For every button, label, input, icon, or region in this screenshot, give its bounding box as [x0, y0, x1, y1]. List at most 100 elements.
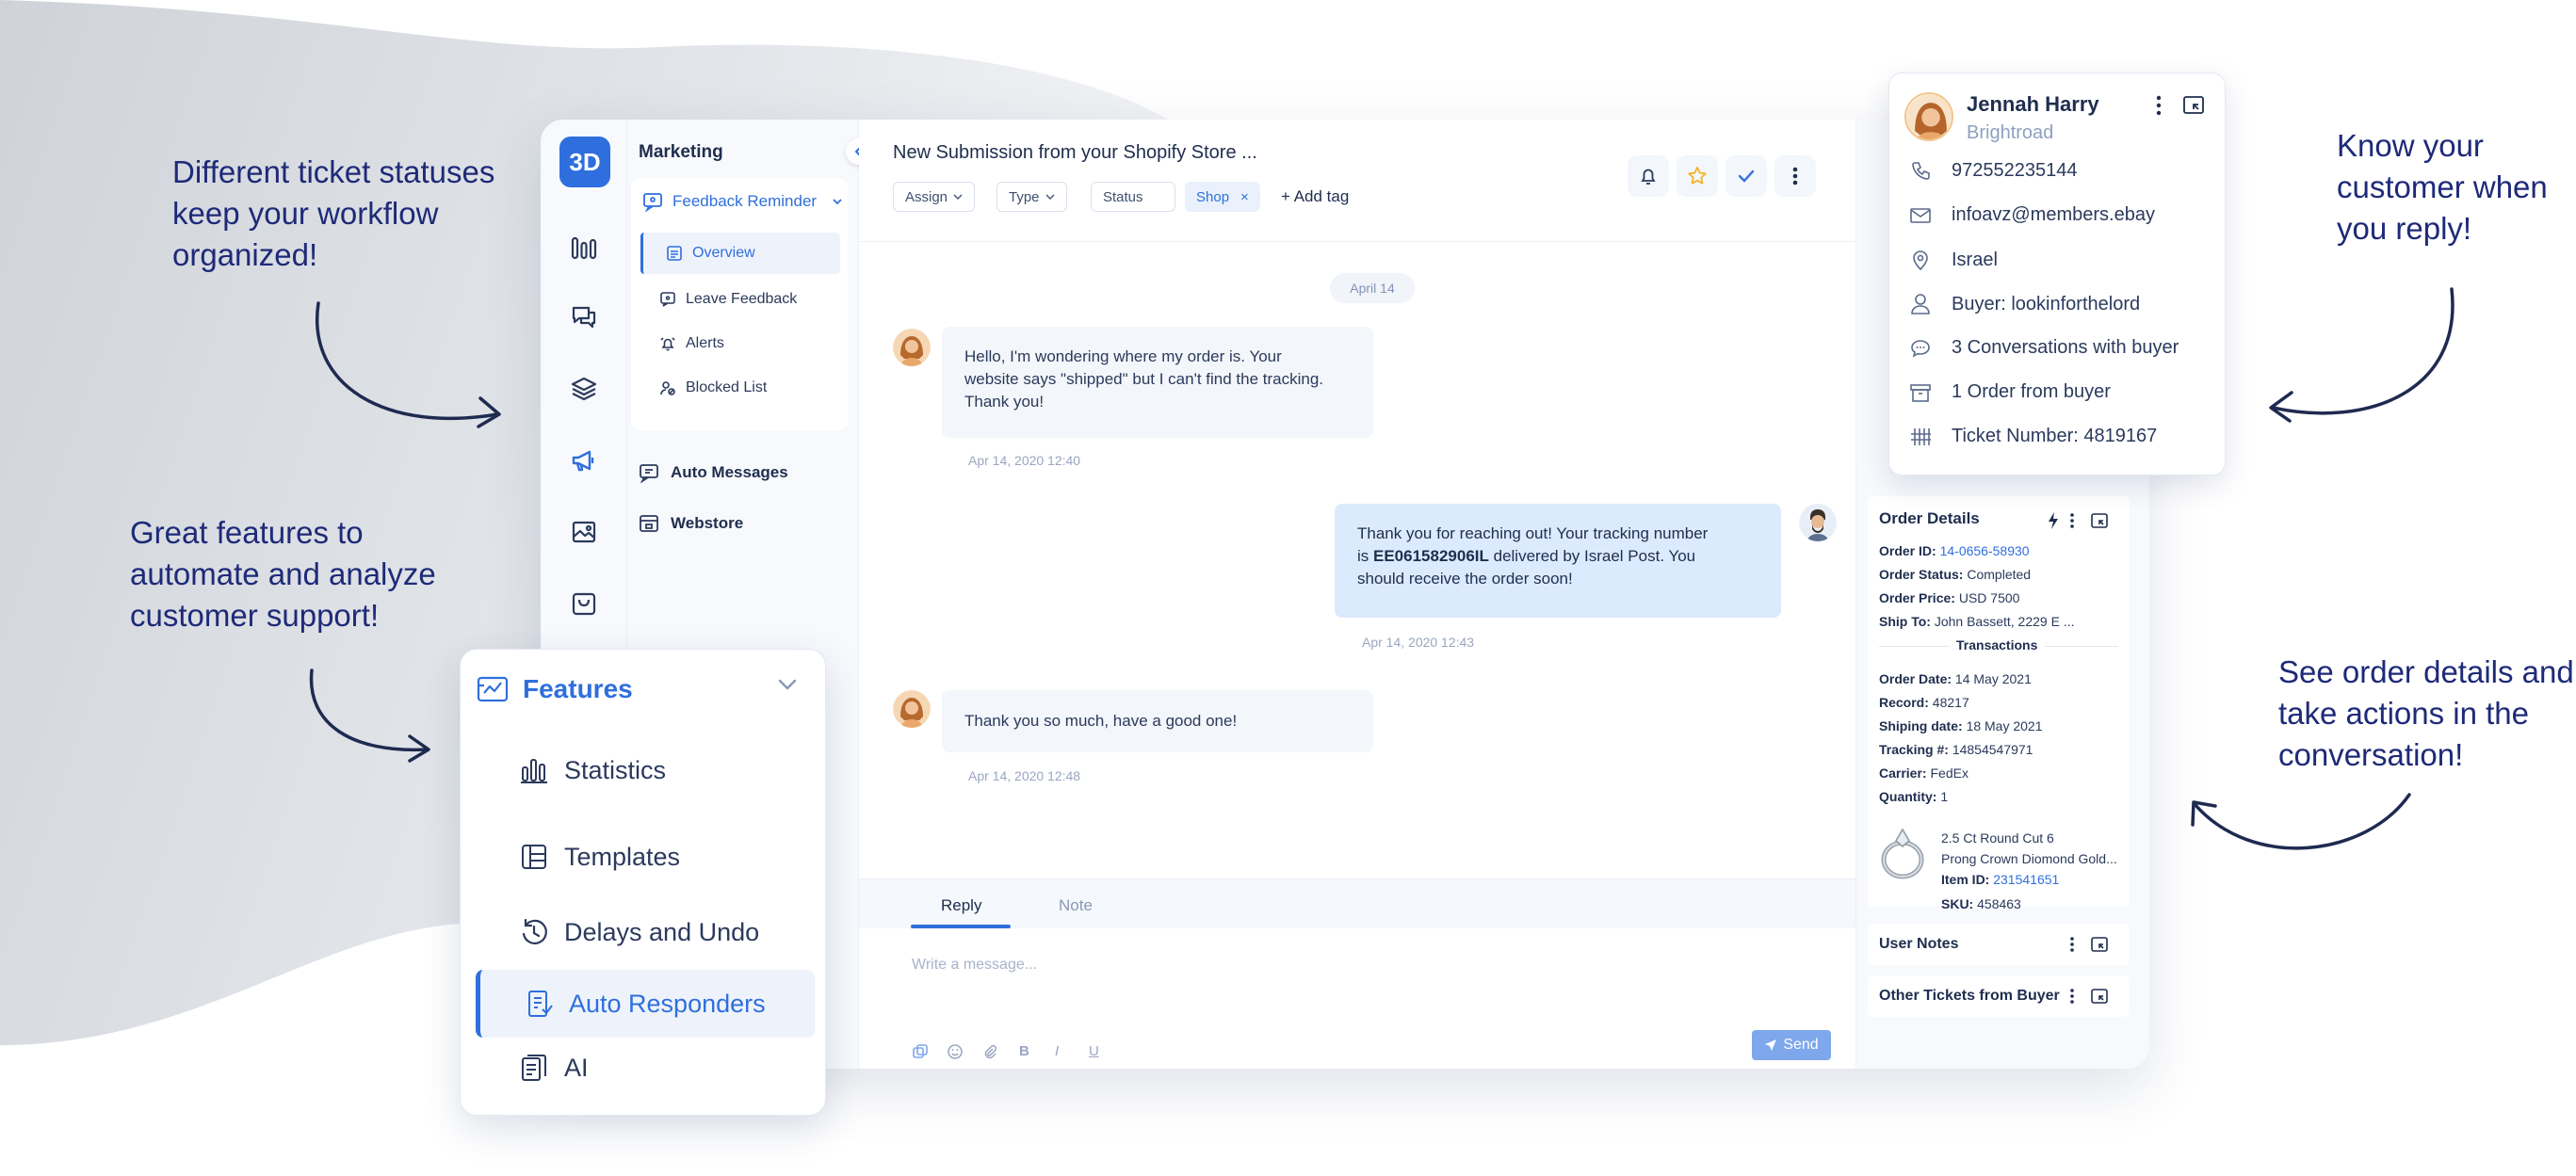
kebab-menu-icon[interactable] [2156, 94, 2162, 117]
item-name-line: Prong Crown Diomond Gold... [1941, 851, 2117, 866]
resolve-button[interactable] [1725, 155, 1767, 197]
assign-dropdown[interactable]: Assign [893, 182, 976, 212]
caption-features: Great features to automate and analyze c… [130, 515, 436, 633]
remove-tag-icon[interactable]: × [1240, 189, 1249, 205]
more-options-button[interactable] [1774, 155, 1816, 197]
ticket-icon [1911, 427, 1931, 445]
kebab-menu-icon[interactable] [2069, 987, 2075, 1006]
feedback-reminder-toggle[interactable]: Feedback Reminder [642, 191, 843, 212]
notifications-button[interactable] [1628, 155, 1669, 197]
stats-icon[interactable] [565, 229, 603, 266]
subnav-item-label: Alerts [686, 335, 724, 351]
message-line: Thank you so much, have a good one! [964, 712, 1238, 730]
subnav-item-overview[interactable]: Overview [640, 233, 840, 274]
megaphone-icon[interactable] [565, 442, 603, 479]
add-tag-button[interactable]: + Add tag [1281, 187, 1349, 206]
order-details-title: Order Details [1879, 509, 1980, 527]
conversation-header: New Submission from your Shopify Store .… [859, 120, 1855, 242]
feature-label: Statistics [564, 755, 667, 784]
subnav-item-leave-feedback[interactable]: Leave Feedback [659, 291, 797, 308]
star-icon [1688, 167, 1707, 185]
customer-ticket-number: Ticket Number: 4819167 [1952, 426, 2158, 446]
user-notes-card[interactable]: User Notes [1868, 924, 2130, 965]
user-icon [1911, 294, 1930, 314]
bold-icon[interactable]: B [1019, 1043, 1029, 1059]
feedback-reminder-label: Feedback Reminder [672, 192, 818, 210]
feature-label: Auto Responders [569, 989, 766, 1018]
gallery-icon[interactable] [565, 513, 603, 551]
subnav-item-webstore[interactable]: Webstore [639, 513, 743, 534]
tracking-line: Tracking #: 14854547971 [1879, 742, 2033, 757]
caption-order-details: See order details and take actions in th… [2278, 654, 2574, 772]
layers-icon[interactable] [565, 370, 603, 408]
status-dropdown[interactable]: Status [1091, 182, 1175, 212]
customer-conversations-count[interactable]: 3 Conversations with buyer [1952, 337, 2179, 359]
feature-delays-and-undo[interactable]: Delays and Undo [519, 917, 759, 947]
customer-conversations-row: 3 Conversations with buyer [1906, 337, 2179, 359]
order-id-link[interactable]: 14-0656-58930 [1940, 543, 2030, 558]
curved-arrow-icon [309, 669, 430, 763]
customer-email[interactable]: infoavz@members.ebay [1952, 204, 2155, 226]
star-button[interactable] [1677, 155, 1718, 197]
italic-icon[interactable]: I [1055, 1043, 1059, 1059]
customer-ticket-row: Ticket Number: 4819167 [1906, 426, 2157, 447]
order-date-line: Order Date: 14 May 2021 [1879, 671, 2032, 686]
ship-to-line: Ship To: John Bassett, 2229 E ... [1879, 614, 2075, 629]
tracking-number[interactable]: EE061582906IL [1373, 547, 1489, 565]
pin-panel-icon[interactable] [2182, 94, 2205, 117]
attachment-icon[interactable] [981, 1043, 998, 1064]
customer-orders-count[interactable]: 1 Order from buyer [1952, 381, 2111, 403]
subnav-item-auto-messages[interactable]: Auto Messages [639, 462, 788, 483]
chevron-down-icon [833, 199, 842, 205]
message-line: Thank you! [964, 393, 1045, 411]
customer-avatar [1904, 92, 1953, 141]
other-tickets-card[interactable]: Other Tickets from Buyer [1868, 975, 2130, 1017]
feature-ai[interactable]: AI [519, 1053, 589, 1083]
tab-note[interactable]: Note [1059, 896, 1093, 915]
check-icon [1738, 169, 1755, 183]
pin-panel-icon[interactable] [2090, 511, 2109, 530]
type-dropdown[interactable]: Type [996, 182, 1067, 212]
kebab-menu-icon[interactable] [2069, 935, 2075, 954]
feature-statistics[interactable]: Statistics [519, 755, 666, 785]
message-line: should receive the order soon! [1357, 570, 1573, 588]
message-line: Thank you for reaching out! Your trackin… [1357, 524, 1709, 542]
item-id-link[interactable]: 231541651 [1993, 872, 2059, 887]
carrier-line: Carrier: FedEx [1879, 765, 1968, 781]
nav-item-label: Auto Messages [671, 463, 788, 481]
customer-phone[interactable]: 972552235144 [1952, 160, 2077, 182]
order-price-line: Order Price: USD 7500 [1879, 590, 2020, 605]
subnav-item-alerts[interactable]: Alerts [659, 335, 724, 352]
shopping-bag-icon[interactable] [565, 585, 603, 622]
chevron-down-icon[interactable] [777, 678, 798, 691]
message-input[interactable]: Write a message... [912, 957, 1037, 974]
webstore-icon [640, 515, 658, 532]
tab-reply[interactable]: Reply [941, 896, 981, 915]
shop-tag[interactable]: Shop × [1185, 182, 1260, 212]
item-id-line: Item ID: 231541651 [1941, 872, 2060, 887]
feature-templates[interactable]: Templates [519, 842, 680, 872]
features-toggle[interactable]: Features [476, 672, 633, 706]
pin-panel-icon[interactable] [2090, 987, 2109, 1006]
message-bubble-incoming: Thank you so much, have a good one! [942, 690, 1373, 752]
conversation-title: New Submission from your Shopify Store .… [893, 142, 1257, 163]
underline-icon[interactable]: U [1089, 1043, 1099, 1059]
subnav-item-blocked-list[interactable]: Blocked List [659, 379, 767, 396]
feature-auto-responders[interactable]: Auto Responders [476, 970, 815, 1038]
canned-response-icon[interactable] [912, 1043, 929, 1064]
quantity-line: Quantity: 1 [1879, 789, 1949, 804]
lightning-icon[interactable] [2047, 511, 2060, 530]
customer-buyer-id: Buyer: lookinforthelord [1952, 293, 2141, 314]
app-logo[interactable]: 3D [559, 137, 610, 187]
conversations-icon[interactable] [565, 298, 603, 336]
kebab-menu-icon[interactable] [2069, 511, 2075, 530]
pin-panel-icon[interactable] [2090, 935, 2109, 954]
customer-phone-row: 972552235144 [1906, 160, 2077, 182]
customer-buyer-row: Buyer: lookinforthelord [1906, 293, 2140, 315]
composer-tabs: Reply Note [859, 879, 1855, 928]
nav-item-label: Webstore [671, 514, 744, 532]
customer-avatar [893, 329, 931, 366]
send-button[interactable]: Send [1752, 1030, 1831, 1060]
emoji-icon[interactable] [947, 1043, 964, 1064]
chevron-down-icon [953, 194, 963, 200]
